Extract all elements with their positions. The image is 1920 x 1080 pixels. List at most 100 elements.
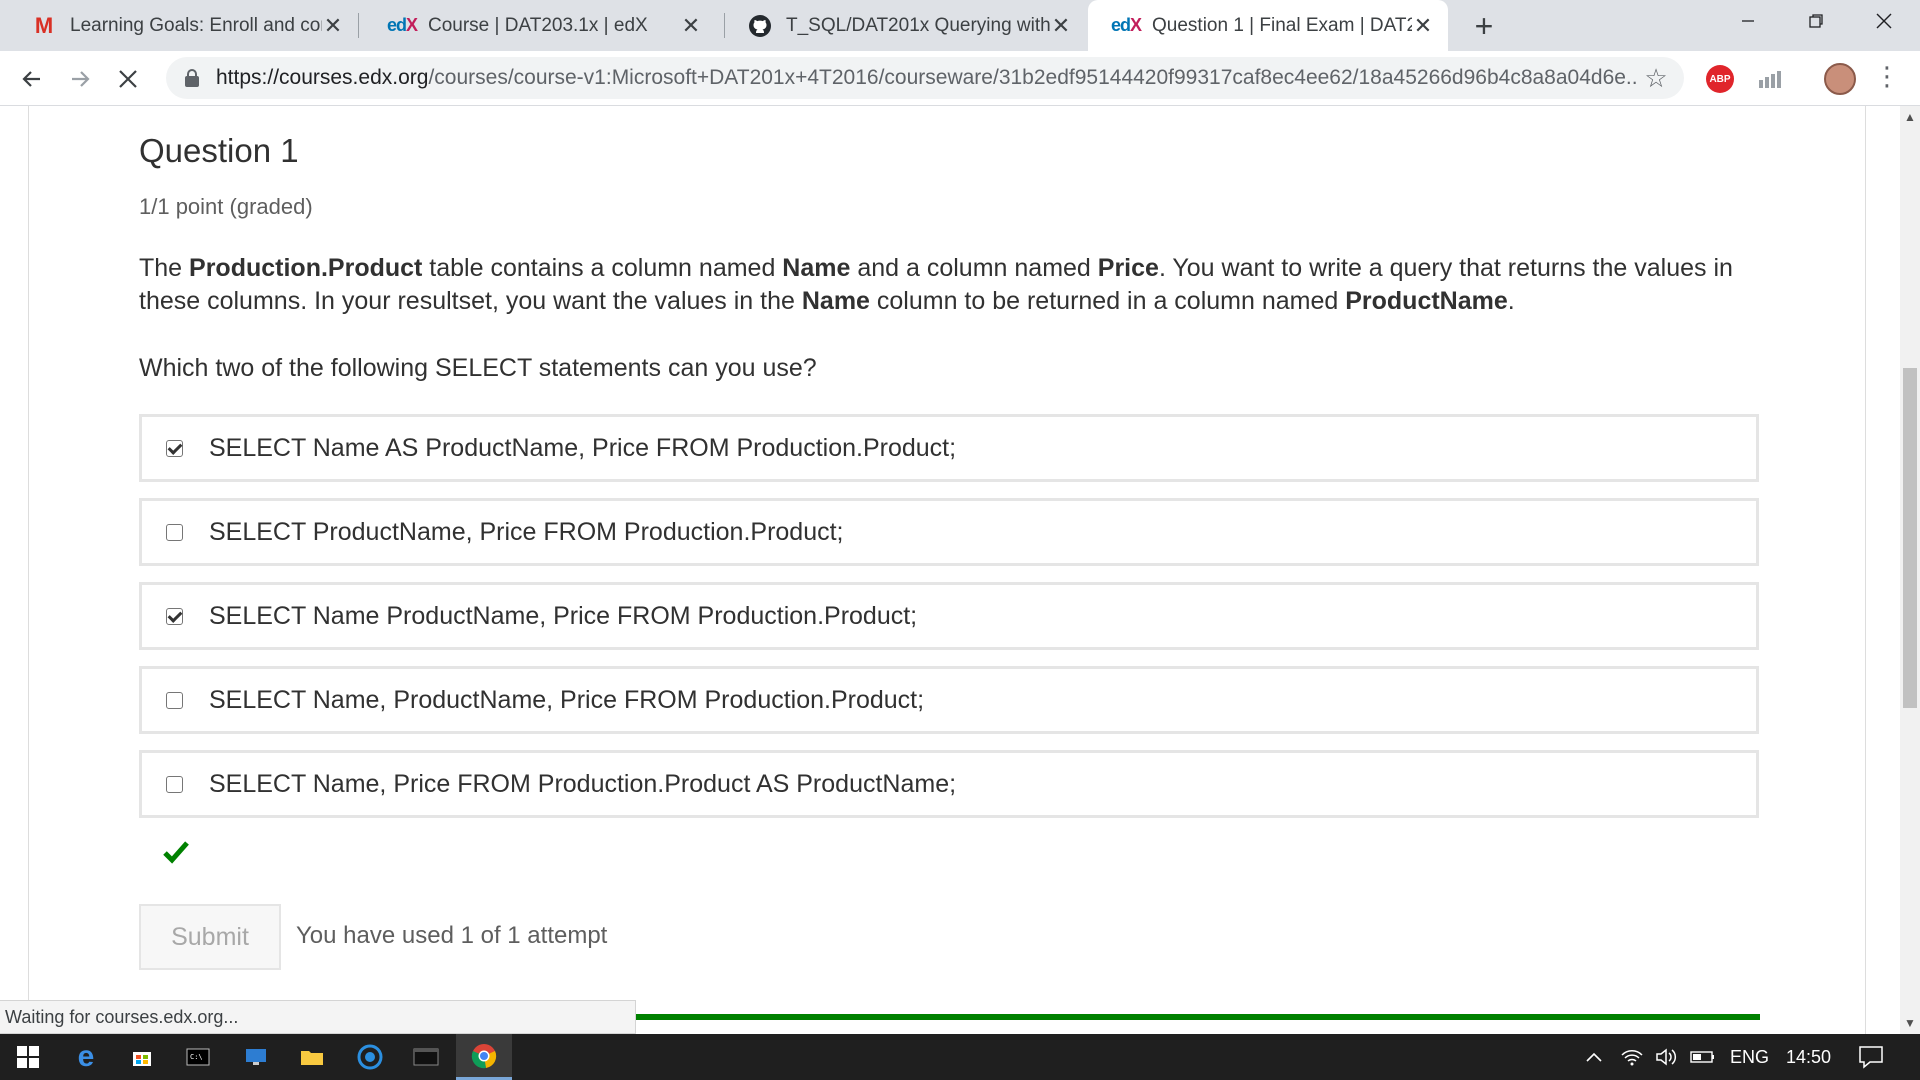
store-icon[interactable] [114, 1034, 170, 1080]
prompt-text: The [139, 254, 190, 282]
close-icon[interactable]: ✕ [322, 13, 344, 39]
chrome-icon[interactable] [456, 1034, 512, 1080]
gmail-icon: M [34, 12, 54, 38]
more-menu-icon[interactable]: ⋮ [1872, 61, 1902, 92]
address-bar[interactable]: https://courses.edx.org/courses/course-v… [166, 57, 1684, 99]
correct-check-icon [162, 838, 190, 866]
choice-label[interactable]: SELECT Name, Price FROM Production.Produ… [209, 770, 956, 799]
start-button[interactable] [0, 1034, 56, 1080]
minimize-button[interactable] [1712, 0, 1784, 42]
scroll-up-arrow-icon[interactable]: ▲ [1904, 110, 1916, 124]
progress-bar [636, 1014, 1760, 1020]
checkbox[interactable] [166, 691, 183, 709]
prompt-bold-term: ProductName [1345, 287, 1508, 315]
status-bubble: Waiting for courses.edx.org... [0, 1000, 636, 1034]
arrow-right-icon [72, 71, 90, 87]
checkbox[interactable] [166, 439, 183, 457]
checkbox[interactable] [166, 523, 183, 541]
close-icon [1876, 13, 1892, 29]
choice-option[interactable]: SELECT ProductName, Price FROM Productio… [139, 498, 1759, 566]
minimize-icon [1742, 20, 1754, 22]
tab-separator [358, 13, 359, 38]
content-frame [28, 106, 1866, 1034]
wifi-icon[interactable] [1620, 1034, 1644, 1080]
prompt-text: and a column named [850, 254, 1098, 282]
windows-logo-icon [17, 1046, 39, 1068]
remote-desktop-icon[interactable] [228, 1034, 284, 1080]
question-title: Question 1 [139, 132, 299, 169]
show-hidden-icons-chevron-icon[interactable] [1584, 1034, 1604, 1080]
new-tab-button[interactable]: + [1466, 8, 1502, 45]
extension-icon[interactable] [1757, 69, 1783, 89]
windows-taskbar: e C:\ ENG 14:50 [0, 1034, 1920, 1080]
url-text[interactable]: https://courses.edx.org/courses/course-v… [216, 66, 1636, 90]
tab-course[interactable]: edX Course | DAT203.1x | edX ✕ [364, 0, 716, 51]
tab-title: Learning Goals: Enroll and compl [70, 14, 322, 36]
submit-button[interactable]: Submit [139, 904, 281, 970]
choice-option[interactable]: SELECT Name, Price FROM Production.Produ… [139, 750, 1759, 818]
question-points: 1/1 point (graded) [139, 194, 313, 219]
choice-label[interactable]: SELECT Name AS ProductName, Price FROM P… [209, 434, 956, 463]
adblock-plus-icon[interactable]: ABP [1706, 65, 1734, 93]
choice-option[interactable]: SELECT Name ProductName, Price FROM Prod… [139, 582, 1759, 650]
question-prompt: The Production.Product table contains a … [139, 252, 1759, 318]
volume-icon[interactable] [1654, 1034, 1678, 1080]
tab-question[interactable]: edX Question 1 | Final Exam | DAT201 ✕ [1088, 0, 1448, 51]
close-icon[interactable]: ✕ [1412, 13, 1434, 39]
lock-icon [182, 68, 202, 88]
bookmark-star-icon[interactable]: ☆ [1636, 63, 1676, 94]
language-indicator[interactable]: ENG [1730, 1034, 1769, 1080]
clock[interactable]: 14:50 [1786, 1034, 1831, 1080]
prompt-bold-term: Name [801, 287, 870, 315]
action-center-icon[interactable] [1858, 1034, 1884, 1080]
choice-option[interactable]: SELECT Name AS ProductName, Price FROM P… [139, 414, 1759, 482]
browser-toolbar: https://courses.edx.org/courses/course-v… [0, 51, 1920, 106]
checkbox[interactable] [166, 775, 183, 793]
close-icon[interactable]: ✕ [680, 13, 702, 39]
forward-button[interactable] [60, 59, 100, 99]
github-icon [748, 14, 772, 38]
stop-icon [119, 70, 137, 88]
choice-label[interactable]: SELECT Name ProductName, Price FROM Prod… [209, 602, 917, 631]
prompt-bold-term: Name [782, 254, 851, 282]
tab-title: Course | DAT203.1x | edX [428, 14, 648, 36]
edx-icon: edX [386, 15, 418, 35]
scroll-thumb[interactable] [1903, 368, 1917, 708]
url-path: /courses/course-v1:Microsoft+DAT201x+4T2… [428, 66, 1636, 89]
restore-button[interactable] [1780, 0, 1852, 42]
tab-gmail[interactable]: M Learning Goals: Enroll and compl ✕ [6, 0, 358, 51]
edge-icon[interactable]: e [58, 1034, 114, 1080]
checkbox[interactable] [166, 607, 183, 625]
svg-text:C:\: C:\ [190, 1053, 203, 1061]
page-scrollbar[interactable]: ▲ ▼ [1900, 106, 1920, 1034]
page-viewport: Question 1 1/1 point (graded) The Produc… [0, 106, 1900, 1034]
prompt-bold-term: Price [1097, 254, 1159, 282]
tab-strip: M Learning Goals: Enroll and compl ✕ edX… [0, 0, 1920, 51]
terminal-icon[interactable]: C:\ [170, 1034, 226, 1080]
choice-label[interactable]: SELECT ProductName, Price FROM Productio… [209, 518, 844, 547]
choice-option[interactable]: SELECT Name, ProductName, Price FROM Pro… [139, 666, 1759, 734]
url-host: https://courses.edx.org [216, 66, 429, 89]
choice-label[interactable]: SELECT Name, ProductName, Price FROM Pro… [209, 686, 924, 715]
tab-github[interactable]: T_SQL/DAT201x Querying with Tr ✕ [722, 0, 1086, 51]
prompt-text: table contains a column named [422, 254, 783, 282]
question-instruction: Which two of the following SELECT statem… [139, 354, 817, 382]
file-explorer-icon[interactable] [284, 1034, 340, 1080]
scroll-down-arrow-icon[interactable]: ▼ [1904, 1016, 1916, 1030]
prompt-text: . [1507, 287, 1515, 315]
prompt-text: column to be returned in a column named [869, 287, 1346, 315]
app-window-icon[interactable] [398, 1034, 454, 1080]
close-icon[interactable]: ✕ [1050, 13, 1072, 39]
tab-title: Question 1 | Final Exam | DAT201 [1152, 14, 1412, 36]
battery-icon[interactable] [1690, 1034, 1716, 1080]
stop-button[interactable] [108, 59, 148, 99]
prompt-bold-term: Production.Product [189, 254, 423, 282]
back-button[interactable] [12, 59, 52, 99]
arrow-left-icon [22, 71, 40, 87]
edx-icon: edX [1110, 15, 1142, 35]
ccleaner-icon[interactable] [342, 1034, 398, 1080]
attempts-text: You have used 1 of 1 attempt [296, 922, 608, 949]
close-window-button[interactable] [1848, 0, 1920, 42]
restore-icon [1809, 14, 1823, 28]
profile-avatar[interactable] [1824, 63, 1856, 95]
